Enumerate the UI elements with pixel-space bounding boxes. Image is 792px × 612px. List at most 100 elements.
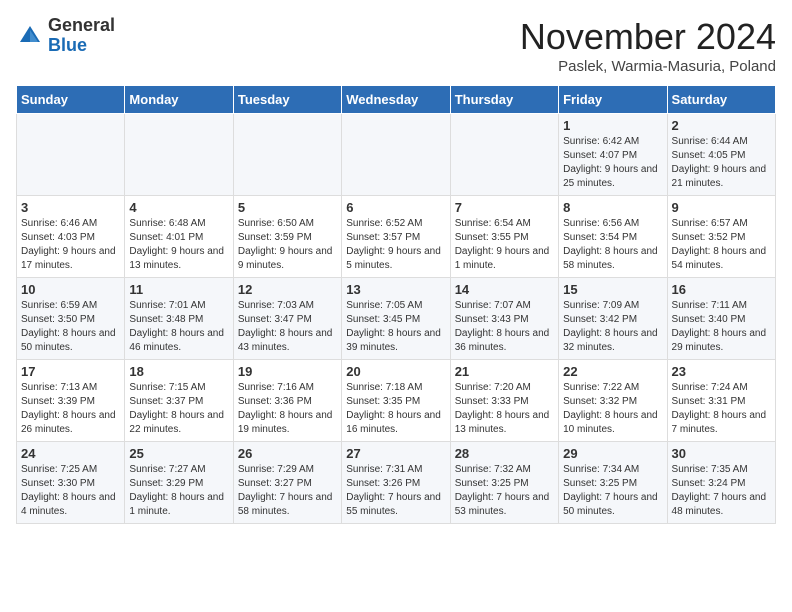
calendar-cell: 22 Sunrise: 7:22 AM Sunset: 3:32 PM Dayli… <box>559 360 667 442</box>
day-info: Sunrise: 7:13 AM Sunset: 3:39 PM Dayligh… <box>21 381 120 437</box>
calendar-cell <box>342 114 450 196</box>
day-number: 6 <box>346 200 445 215</box>
day-info: Sunrise: 7:03 AM Sunset: 3:47 PM Dayligh… <box>238 299 337 355</box>
calendar-title: November 2024 <box>520 16 776 58</box>
calendar-cell: 28 Sunrise: 7:32 AM Sunset: 3:25 PM Dayli… <box>450 442 558 524</box>
day-info: Sunrise: 7:32 AM Sunset: 3:25 PM Dayligh… <box>455 463 554 519</box>
column-header-friday: Friday <box>559 86 667 114</box>
day-info: Sunrise: 7:31 AM Sunset: 3:26 PM Dayligh… <box>346 463 445 519</box>
day-number: 27 <box>346 446 445 461</box>
calendar-cell: 9Sunrise: 6:57 AM Sunset: 3:52 PM Daylig… <box>667 196 775 278</box>
day-info: Sunrise: 7:11 AM Sunset: 3:40 PM Dayligh… <box>672 299 771 355</box>
day-info: Sunrise: 7:24 AM Sunset: 3:31 PM Dayligh… <box>672 381 771 437</box>
day-info: Sunrise: 6:52 AM Sunset: 3:57 PM Dayligh… <box>346 217 445 273</box>
day-info: Sunrise: 7:29 AM Sunset: 3:27 PM Dayligh… <box>238 463 337 519</box>
day-number: 7 <box>455 200 554 215</box>
calendar-cell <box>17 114 125 196</box>
day-info: Sunrise: 7:34 AM Sunset: 3:25 PM Dayligh… <box>563 463 662 519</box>
calendar-cell: 18 Sunrise: 7:15 AM Sunset: 3:37 PM Dayli… <box>125 360 233 442</box>
day-info: Sunrise: 7:15 AM Sunset: 3:37 PM Dayligh… <box>129 381 228 437</box>
calendar-cell: 4 Sunrise: 6:48 AM Sunset: 4:01 PM Daylig… <box>125 196 233 278</box>
column-header-wednesday: Wednesday <box>342 86 450 114</box>
calendar-table: SundayMondayTuesdayWednesdayThursdayFrid… <box>16 85 776 524</box>
day-number: 19 <box>238 364 337 379</box>
day-number: 24 <box>21 446 120 461</box>
calendar-cell: 2Sunrise: 6:44 AM Sunset: 4:05 PM Daylig… <box>667 114 775 196</box>
day-number: 26 <box>238 446 337 461</box>
day-number: 21 <box>455 364 554 379</box>
calendar-cell: 26 Sunrise: 7:29 AM Sunset: 3:27 PM Dayli… <box>233 442 341 524</box>
calendar-cell: 8 Sunrise: 6:56 AM Sunset: 3:54 PM Daylig… <box>559 196 667 278</box>
day-number: 23 <box>672 364 771 379</box>
day-number: 8 <box>563 200 662 215</box>
column-header-monday: Monday <box>125 86 233 114</box>
calendar-cell: 3Sunrise: 6:46 AM Sunset: 4:03 PM Daylig… <box>17 196 125 278</box>
day-info: Sunrise: 6:54 AM Sunset: 3:55 PM Dayligh… <box>455 217 554 273</box>
day-info: Sunrise: 7:22 AM Sunset: 3:32 PM Dayligh… <box>563 381 662 437</box>
calendar-cell: 30 Sunrise: 7:35 AM Sunset: 3:24 PM Dayli… <box>667 442 775 524</box>
title-area: November 2024 Paslek, Warmia-Masuria, Po… <box>520 16 776 75</box>
day-info: Sunrise: 6:48 AM Sunset: 4:01 PM Dayligh… <box>129 217 228 273</box>
calendar-cell: 23 Sunrise: 7:24 AM Sunset: 3:31 PM Dayli… <box>667 360 775 442</box>
day-info: Sunrise: 7:25 AM Sunset: 3:30 PM Dayligh… <box>21 463 120 519</box>
calendar-cell: 7 Sunrise: 6:54 AM Sunset: 3:55 PM Daylig… <box>450 196 558 278</box>
column-header-thursday: Thursday <box>450 86 558 114</box>
day-info: Sunrise: 7:01 AM Sunset: 3:48 PM Dayligh… <box>129 299 228 355</box>
day-number: 16 <box>672 282 771 297</box>
calendar-cell: 20 Sunrise: 7:18 AM Sunset: 3:35 PM Dayli… <box>342 360 450 442</box>
day-number: 1 <box>563 118 662 133</box>
calendar-cell: 6 Sunrise: 6:52 AM Sunset: 3:57 PM Daylig… <box>342 196 450 278</box>
day-info: Sunrise: 7:16 AM Sunset: 3:36 PM Dayligh… <box>238 381 337 437</box>
calendar-cell: 19 Sunrise: 7:16 AM Sunset: 3:36 PM Dayli… <box>233 360 341 442</box>
day-info: Sunrise: 7:18 AM Sunset: 3:35 PM Dayligh… <box>346 381 445 437</box>
logo-general: General <box>48 16 115 36</box>
calendar-cell: 10Sunrise: 6:59 AM Sunset: 3:50 PM Dayli… <box>17 278 125 360</box>
day-number: 15 <box>563 282 662 297</box>
calendar-cell: 15 Sunrise: 7:09 AM Sunset: 3:42 PM Dayli… <box>559 278 667 360</box>
day-number: 28 <box>455 446 554 461</box>
calendar-cell: 24 Sunrise: 7:25 AM Sunset: 3:30 PM Dayli… <box>17 442 125 524</box>
calendar-cell: 16 Sunrise: 7:11 AM Sunset: 3:40 PM Dayli… <box>667 278 775 360</box>
calendar-cell: 13 Sunrise: 7:05 AM Sunset: 3:45 PM Dayli… <box>342 278 450 360</box>
calendar-cell: 14 Sunrise: 7:07 AM Sunset: 3:43 PM Dayli… <box>450 278 558 360</box>
calendar-cell: 29 Sunrise: 7:34 AM Sunset: 3:25 PM Dayli… <box>559 442 667 524</box>
calendar-cell: 11 Sunrise: 7:01 AM Sunset: 3:48 PM Dayli… <box>125 278 233 360</box>
day-number: 4 <box>129 200 228 215</box>
day-info: Sunrise: 7:07 AM Sunset: 3:43 PM Dayligh… <box>455 299 554 355</box>
logo: General Blue <box>16 16 115 56</box>
day-info: Sunrise: 6:56 AM Sunset: 3:54 PM Dayligh… <box>563 217 662 273</box>
day-number: 12 <box>238 282 337 297</box>
day-number: 5 <box>238 200 337 215</box>
column-header-saturday: Saturday <box>667 86 775 114</box>
calendar-cell: 21 Sunrise: 7:20 AM Sunset: 3:33 PM Dayli… <box>450 360 558 442</box>
day-number: 22 <box>563 364 662 379</box>
column-header-tuesday: Tuesday <box>233 86 341 114</box>
day-number: 25 <box>129 446 228 461</box>
day-info: Sunrise: 7:20 AM Sunset: 3:33 PM Dayligh… <box>455 381 554 437</box>
day-number: 3 <box>21 200 120 215</box>
day-info: Sunrise: 6:50 AM Sunset: 3:59 PM Dayligh… <box>238 217 337 273</box>
day-info: Sunrise: 7:27 AM Sunset: 3:29 PM Dayligh… <box>129 463 228 519</box>
calendar-cell: 25 Sunrise: 7:27 AM Sunset: 3:29 PM Dayli… <box>125 442 233 524</box>
day-number: 18 <box>129 364 228 379</box>
day-number: 11 <box>129 282 228 297</box>
calendar-cell: 12 Sunrise: 7:03 AM Sunset: 3:47 PM Dayli… <box>233 278 341 360</box>
day-number: 14 <box>455 282 554 297</box>
day-number: 30 <box>672 446 771 461</box>
day-info: Sunrise: 7:35 AM Sunset: 3:24 PM Dayligh… <box>672 463 771 519</box>
day-info: Sunrise: 7:09 AM Sunset: 3:42 PM Dayligh… <box>563 299 662 355</box>
day-info: Sunrise: 7:05 AM Sunset: 3:45 PM Dayligh… <box>346 299 445 355</box>
calendar-cell <box>125 114 233 196</box>
day-info: Sunrise: 6:42 AM Sunset: 4:07 PM Dayligh… <box>563 135 662 191</box>
day-info: Sunrise: 6:57 AM Sunset: 3:52 PM Dayligh… <box>672 217 771 273</box>
day-number: 17 <box>21 364 120 379</box>
logo-blue: Blue <box>48 36 115 56</box>
day-number: 20 <box>346 364 445 379</box>
header: General Blue November 2024 Paslek, Warmi… <box>16 16 776 75</box>
day-info: Sunrise: 6:59 AM Sunset: 3:50 PM Dayligh… <box>21 299 120 355</box>
day-number: 13 <box>346 282 445 297</box>
calendar-cell <box>233 114 341 196</box>
day-number: 2 <box>672 118 771 133</box>
day-number: 29 <box>563 446 662 461</box>
calendar-cell: 5 Sunrise: 6:50 AM Sunset: 3:59 PM Daylig… <box>233 196 341 278</box>
